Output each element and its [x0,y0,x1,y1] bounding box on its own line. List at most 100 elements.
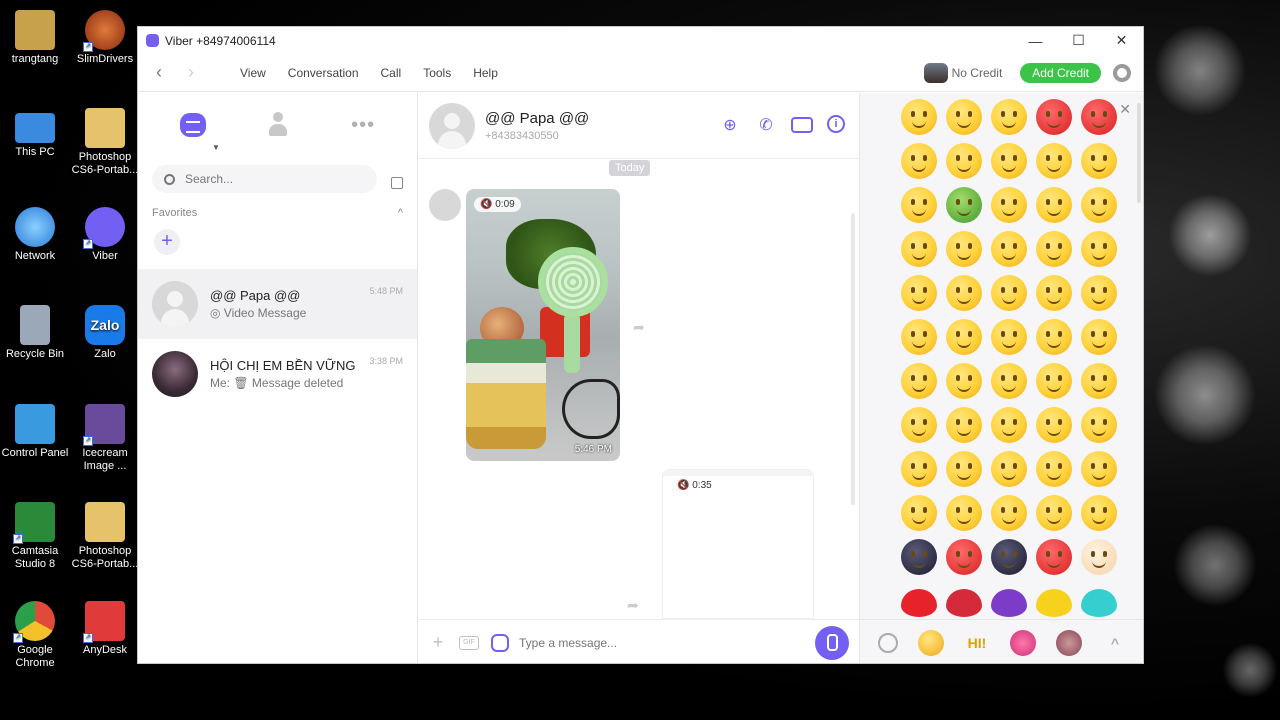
maximize-button[interactable]: ☐ [1057,27,1100,54]
emoji-face-icon[interactable] [945,99,982,135]
emoji-face-icon[interactable] [900,495,937,531]
emoji-face-icon[interactable] [945,187,982,223]
menu-tools[interactable]: Tools [423,66,451,80]
forward-share-icon[interactable]: ➦ [633,319,645,336]
emoji-face-icon[interactable] [1080,99,1117,135]
contact-avatar[interactable] [429,102,475,149]
attach-plus-icon[interactable]: + [429,632,447,653]
sticker-love-tab-icon[interactable] [1010,629,1036,656]
emoji-face-icon[interactable] [990,187,1027,223]
chats-dropdown-caret-icon[interactable]: ▼ [212,143,220,152]
desktop-icon-control-panel[interactable]: Control Panel [0,400,70,460]
add-participant-icon[interactable]: ⊕ [719,115,741,135]
emoji-face-icon[interactable] [945,539,982,575]
contacts-tab-icon[interactable] [269,112,288,138]
emoji-face-icon[interactable] [1035,275,1072,311]
emoji-face-icon[interactable] [900,451,937,487]
emoji-face-icon[interactable] [945,407,982,443]
emoji-face-icon[interactable] [945,231,982,267]
emoji-face-icon[interactable] [900,187,937,223]
emoji-face-icon[interactable] [1080,143,1117,179]
emoji-face-icon[interactable] [945,363,982,399]
emoji-face-icon[interactable] [1035,539,1072,575]
desktop-icon-camtasia[interactable]: ↗ Camtasia Studio 8 [0,498,70,571]
emoji-search-icon[interactable] [878,632,898,653]
profile-avatar[interactable] [923,63,948,83]
emoji-face-icon[interactable] [900,319,937,355]
emoji-face-icon[interactable] [1035,451,1072,487]
desktop-icon-this-pc[interactable]: This PC [0,104,70,159]
emoji-face-icon[interactable] [990,451,1027,487]
compose-icon[interactable] [391,177,403,189]
chat-list-item-papa[interactable]: @@ Papa @@ ◎ Video Message 5:48 PM [138,269,417,339]
emoji-face-icon[interactable] [900,99,937,135]
sticker-bear-tab-icon[interactable] [1056,629,1082,656]
close-window-button[interactable]: ✕ [1100,27,1143,54]
chat-list-item-group[interactable]: HỘI CHỊ EM BỀN VỮNG Me: 🗑 Message delete… [138,339,417,409]
video-message[interactable]: 🔇 0:09 5:46 PM [466,189,620,461]
desktop-icon-trangtang[interactable]: trangtang [0,6,70,66]
menu-conversation[interactable]: Conversation [288,66,359,80]
desktop-icon-photoshop[interactable]: Photoshop CS6-Portab... [70,104,140,177]
emoji-face-icon[interactable] [945,275,982,311]
chats-tab-icon[interactable] [179,113,206,137]
emoji-face-icon[interactable] [945,143,982,179]
emoji-face-icon[interactable] [900,539,937,575]
info-icon[interactable]: i [827,115,845,133]
more-tab[interactable]: ••• [351,114,375,137]
settings-gear-icon[interactable] [1113,64,1131,82]
emoji-face-icon[interactable] [1035,99,1072,135]
minimize-button[interactable]: — [1014,27,1057,54]
emoji-face-icon[interactable] [1080,231,1117,267]
back-button[interactable]: ‹ [150,62,168,83]
emoji-face-icon[interactable] [1080,451,1117,487]
conversation-scrollbar[interactable] [851,213,855,505]
emoji-face-icon[interactable] [900,363,937,399]
message-input[interactable] [519,635,815,650]
emoji-face-icon[interactable] [990,319,1027,355]
emoji-face-icon[interactable] [900,231,937,267]
emoji-face-icon[interactable] [900,143,937,179]
emoji-face-icon[interactable] [945,451,982,487]
emoji-face-icon[interactable] [990,99,1027,135]
voice-call-icon[interactable]: ✆ [755,115,777,135]
favorites-collapse-icon[interactable]: ^ [398,207,403,219]
emoji-face-icon[interactable] [990,363,1027,399]
emoji-face-icon[interactable] [990,539,1027,575]
emoji-face-icon[interactable] [1035,187,1072,223]
emoji-face-icon[interactable] [1080,187,1117,223]
emoji-face-icon[interactable] [1080,363,1117,399]
desktop-icon-network[interactable]: Network [0,203,70,263]
emoji-face-icon[interactable] [945,319,982,355]
emoji-face-icon[interactable] [990,275,1027,311]
emoji-face-icon[interactable] [1035,407,1072,443]
gif-icon[interactable]: GIF [459,635,479,650]
desktop-icon-anydesk[interactable]: ↗ AnyDesk [70,597,140,657]
forward-share-icon[interactable]: ➦ [627,597,639,614]
emoji-face-icon[interactable] [990,143,1027,179]
video-message[interactable]: 🔇 0:35 [662,469,814,619]
menu-call[interactable]: Call [381,66,402,80]
emoji-face-icon[interactable] [1080,539,1117,575]
video-call-icon[interactable] [791,117,813,133]
emoji-face-icon[interactable] [1035,319,1072,355]
sticker-hi-tab[interactable]: HI! [964,630,990,656]
close-emoji-panel-icon[interactable]: ✕ [1119,101,1131,118]
emoji-face-icon[interactable] [990,495,1027,531]
desktop-icon-photoshop-2[interactable]: Photoshop CS6-Portab... [70,498,140,571]
heart-emoji-icon[interactable] [1035,589,1072,617]
desktop-icon-icecream[interactable]: ↗ Icecream Image ... [70,400,140,473]
heart-emoji-icon[interactable] [945,589,982,617]
forward-button[interactable]: › [182,62,200,83]
desktop-icon-zalo[interactable]: Zalo Zalo [70,301,140,361]
emoji-face-icon[interactable] [900,407,937,443]
emoji-face-icon[interactable] [990,407,1027,443]
emoji-face-icon[interactable] [1035,495,1072,531]
heart-emoji-icon[interactable] [1080,589,1117,617]
heart-emoji-icon[interactable] [900,589,937,617]
emoji-face-icon[interactable] [1035,143,1072,179]
emoji-face-icon[interactable] [1080,319,1117,355]
emoji-face-icon[interactable] [1035,231,1072,267]
desktop-icon-chrome[interactable]: ↗ Google Chrome [0,597,70,670]
desktop-icon-slimdrivers[interactable]: ↗ SlimDrivers [70,6,140,66]
